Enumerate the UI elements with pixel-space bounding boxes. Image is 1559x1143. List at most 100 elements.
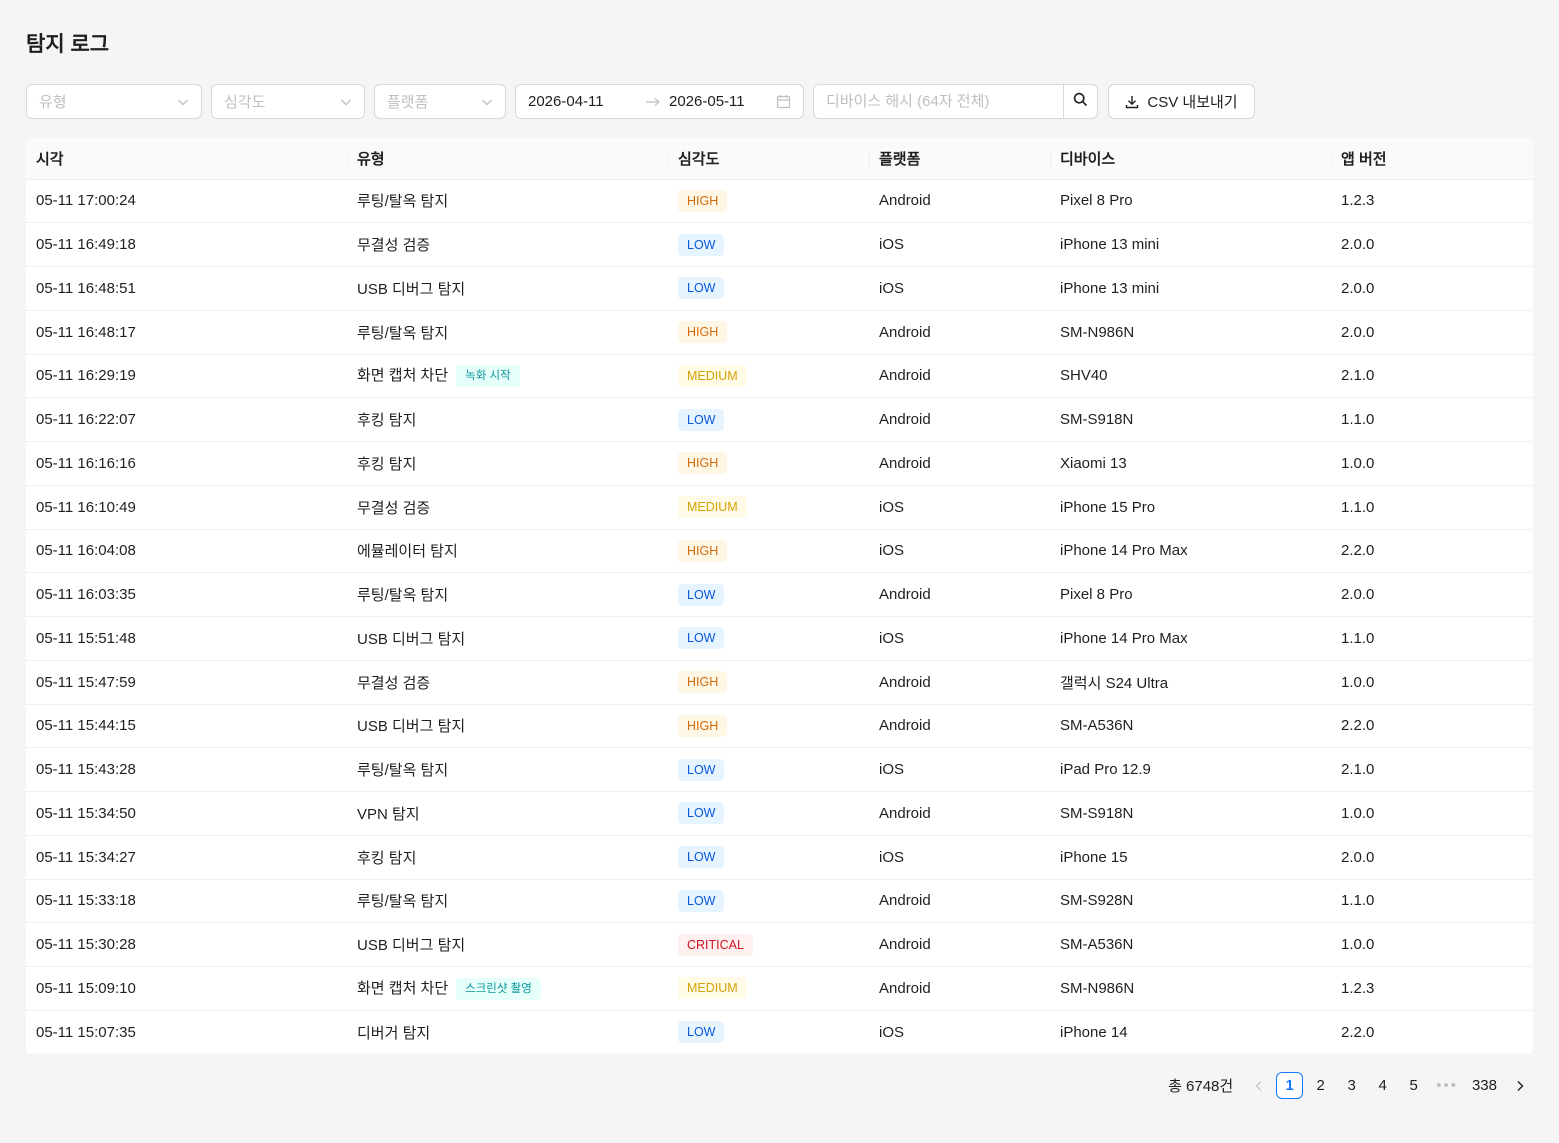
table-row[interactable]: 05-11 15:47:59 무결성 검증 HIGH Android 갤럭시 S24 U… (26, 660, 1533, 705)
cell-device: iPad Pro 12.9 (1050, 747, 1331, 792)
date-range-picker[interactable]: 2026-04-11 2026-05-11 (515, 84, 804, 119)
cell-severity: HIGH (668, 310, 869, 355)
cell-severity: LOW (668, 747, 869, 792)
table-row[interactable]: 05-11 16:48:17 루팅/탈옥 탐지 HIGH Android SM-N986… (26, 310, 1533, 355)
page-button-3[interactable]: 3 (1338, 1072, 1365, 1099)
cell-type: 후킹 탐지 (347, 397, 668, 442)
severity-badge: CRITICAL (678, 933, 753, 956)
table-row[interactable]: 05-11 16:10:49 무결성 검증 MEDIUM iOS iPhone 15 P… (26, 485, 1533, 530)
severity-badge: LOW (678, 889, 725, 912)
table-row[interactable]: 05-11 15:51:48 USB 디버그 탐지 LOW iOS iPhone 14 … (26, 616, 1533, 661)
platform-select[interactable]: 플랫폼 (374, 84, 506, 119)
type-label: 무결성 검증 (357, 674, 431, 692)
cell-type: 디버거 탐지 (347, 1010, 668, 1055)
severity-badge: HIGH (678, 671, 728, 694)
arrow-right-icon (639, 97, 667, 107)
page-button-2[interactable]: 2 (1307, 1072, 1334, 1099)
type-label: 후킹 탐지 (357, 849, 417, 867)
cell-device: SM-S918N (1050, 791, 1331, 836)
cell-platform: Android (869, 922, 1050, 967)
cell-device: SM-N986N (1050, 966, 1331, 1011)
cell-platform: iOS (869, 835, 1050, 880)
chevron-left-icon (1254, 1080, 1264, 1092)
severity-badge: LOW (678, 583, 725, 606)
prev-page-button[interactable] (1245, 1072, 1272, 1099)
column-header-severity: 심각도 (668, 138, 869, 180)
cell-app-version: 2.0.0 (1331, 572, 1533, 617)
page-button-1[interactable]: 1 (1276, 1072, 1304, 1099)
severity-select[interactable]: 심각도 (211, 84, 365, 119)
column-header-platform: 플랫폼 (869, 138, 1050, 180)
severity-badge: MEDIUM (678, 496, 747, 519)
cell-platform: iOS (869, 266, 1050, 311)
table-row[interactable]: 05-11 16:22:07 후킹 탐지 LOW Android SM-S918N 1.1… (26, 397, 1533, 442)
page-button-4[interactable]: 4 (1369, 1072, 1396, 1099)
cell-severity: HIGH (668, 441, 869, 486)
cell-severity: LOW (668, 572, 869, 617)
cell-app-version: 1.1.0 (1331, 485, 1533, 530)
table-row[interactable]: 05-11 15:34:50 VPN 탐지 LOW Android SM-S918N 1.… (26, 791, 1533, 836)
table-row[interactable]: 05-11 16:03:35 루팅/탈옥 탐지 LOW Android Pixel 8 … (26, 572, 1533, 617)
page-button-last[interactable]: 338 (1467, 1072, 1502, 1099)
date-start[interactable]: 2026-04-11 (528, 93, 639, 110)
table-row[interactable]: 05-11 15:34:27 후킹 탐지 LOW iOS iPhone 15 2.0.0 (26, 835, 1533, 880)
cell-app-version: 2.2.0 (1331, 704, 1533, 749)
table-row[interactable]: 05-11 15:09:10 화면 캡처 차단 스크린샷 촬영 MEDIUM Andro… (26, 966, 1533, 1011)
cell-app-version: 2.1.0 (1331, 354, 1533, 399)
type-label: 루팅/탈옥 탐지 (357, 762, 449, 780)
table-row[interactable]: 05-11 15:43:28 루팅/탈옥 탐지 LOW iOS iPad Pro 12.… (26, 747, 1533, 792)
table-row[interactable]: 05-11 15:44:15 USB 디버그 탐지 HIGH Android SM-A5… (26, 704, 1533, 749)
table-row[interactable]: 05-11 15:07:35 디버거 탐지 LOW iOS iPhone 14 2.2.0 (26, 1010, 1533, 1055)
cell-severity: LOW (668, 791, 869, 836)
cell-type: 후킹 탐지 (347, 835, 668, 880)
search-button[interactable] (1063, 85, 1097, 118)
cell-severity: CRITICAL (668, 922, 869, 967)
cell-type: 루팅/탈옥 탐지 (347, 310, 668, 355)
chevron-down-icon (177, 96, 189, 108)
page-jump-next-ellipsis[interactable]: ••• (1431, 1072, 1463, 1099)
cell-time: 05-11 15:09:10 (26, 966, 347, 1011)
cell-device: Pixel 8 Pro (1050, 572, 1331, 617)
cell-time: 05-11 15:34:50 (26, 791, 347, 836)
table-row[interactable]: 05-11 15:30:28 USB 디버그 탐지 CRITICAL Android S… (26, 922, 1533, 967)
cell-type: 루팅/탈옥 탐지 (347, 572, 668, 617)
next-page-button[interactable] (1506, 1072, 1533, 1099)
cell-platform: iOS (869, 616, 1050, 661)
cell-time: 05-11 15:51:48 (26, 616, 347, 661)
cell-platform: iOS (869, 485, 1050, 530)
cell-severity: HIGH (668, 179, 869, 224)
cell-time: 05-11 16:16:16 (26, 441, 347, 486)
table-row[interactable]: 05-11 16:04:08 에뮬레이터 탐지 HIGH iOS iPhone 14 P… (26, 529, 1533, 574)
type-label: 화면 캡처 차단 (357, 979, 449, 997)
cell-device: SM-S918N (1050, 397, 1331, 442)
column-header-app-version: 앱 버전 (1331, 138, 1533, 180)
cell-type: USB 디버그 탐지 (347, 922, 668, 967)
table-row[interactable]: 05-11 16:29:19 화면 캡처 차단 녹화 시작 MEDIUM Android… (26, 354, 1533, 399)
type-label: USB 디버그 탐지 (357, 630, 466, 648)
cell-device: iPhone 14 Pro Max (1050, 616, 1331, 661)
table-row[interactable]: 05-11 15:33:18 루팅/탈옥 탐지 LOW Android SM-S928N… (26, 879, 1533, 924)
cell-type: 무결성 검증 (347, 222, 668, 267)
page-button-5[interactable]: 5 (1400, 1072, 1427, 1099)
cell-severity: LOW (668, 879, 869, 924)
type-select[interactable]: 유형 (26, 84, 202, 119)
cell-time: 05-11 16:04:08 (26, 529, 347, 574)
cell-type: 무결성 검증 (347, 660, 668, 705)
cell-type: USB 디버그 탐지 (347, 266, 668, 311)
cell-app-version: 2.0.0 (1331, 266, 1533, 311)
type-label: VPN 탐지 (357, 805, 420, 823)
cell-type: VPN 탐지 (347, 791, 668, 836)
table-row[interactable]: 05-11 17:00:24 루팅/탈옥 탐지 HIGH Android Pixel 8… (26, 179, 1533, 224)
table-row[interactable]: 05-11 16:49:18 무결성 검증 LOW iOS iPhone 13 mini… (26, 222, 1533, 267)
severity-badge: HIGH (678, 452, 728, 475)
date-end[interactable]: 2026-05-11 (669, 93, 775, 110)
chevron-down-icon (481, 96, 493, 108)
csv-export-button[interactable]: CSV 내보내기 (1108, 84, 1255, 119)
type-label: 에뮬레이터 탐지 (357, 543, 458, 561)
device-hash-input[interactable] (814, 85, 1064, 118)
severity-badge: LOW (678, 802, 725, 825)
cell-device: Xiaomi 13 (1050, 441, 1331, 486)
table-row[interactable]: 05-11 16:16:16 후킹 탐지 HIGH Android Xiaomi 13 1… (26, 441, 1533, 486)
table-row[interactable]: 05-11 16:48:51 USB 디버그 탐지 LOW iOS iPhone 13 … (26, 266, 1533, 311)
cell-type: 에뮬레이터 탐지 (347, 529, 668, 574)
